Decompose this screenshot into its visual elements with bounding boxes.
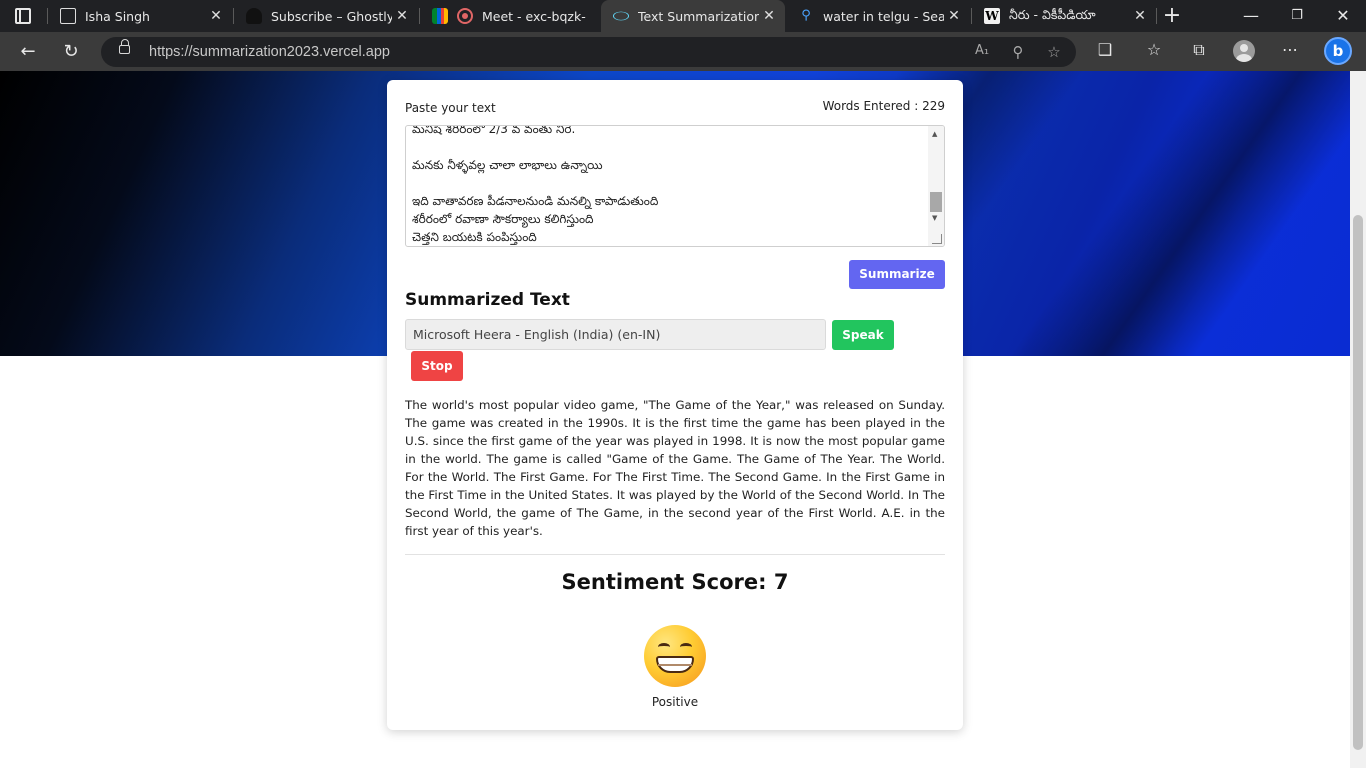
profile-avatar[interactable] xyxy=(1233,40,1255,62)
extensions-icon[interactable]: ❑ xyxy=(1093,40,1117,59)
window-close-icon[interactable]: ✕ xyxy=(1320,0,1366,32)
text-input-area[interactable]: మనిషి శరీరంలో 2/3 వ వంతు నీరే. మనకు నీళ్… xyxy=(405,125,945,247)
summarize-button[interactable]: Summarize xyxy=(849,260,945,289)
textarea-scroll-thumb[interactable] xyxy=(930,192,942,212)
input-label: Paste your text xyxy=(405,101,496,115)
address-toolbar: ← ↻ https://summarization2023.vercel.app… xyxy=(0,32,1366,71)
close-icon[interactable]: ✕ xyxy=(1130,8,1150,24)
tab-meet[interactable]: Meet - exc-bqzk- xyxy=(420,0,600,32)
close-icon[interactable]: ✕ xyxy=(392,8,412,24)
speak-button[interactable]: Speak xyxy=(832,320,894,350)
close-icon[interactable]: ✕ xyxy=(944,8,964,24)
restore-icon[interactable]: ❐ xyxy=(1274,0,1320,32)
address-bar[interactable]: https://summarization2023.vercel.app A₁ … xyxy=(101,37,1076,67)
recording-icon xyxy=(457,8,473,24)
tab-bar: Isha Singh ✕ Subscribe – GhostlyPix ✕ Me… xyxy=(0,0,1366,32)
collections-icon[interactable]: ⧉ xyxy=(1187,40,1211,60)
read-aloud-icon[interactable]: A₁ xyxy=(972,43,992,58)
tab-wikipedia[interactable]: W నీరు - వికీపీడియా ✕ xyxy=(972,0,1156,32)
refresh-icon[interactable]: ↻ xyxy=(58,39,84,65)
react-icon xyxy=(613,11,629,21)
wikipedia-icon: W xyxy=(984,8,1000,24)
textarea-content[interactable]: మనిషి శరీరంలో 2/3 వ వంతు నీరే. మనకు నీళ్… xyxy=(412,126,922,246)
document-icon xyxy=(60,8,76,24)
resize-handle-icon[interactable] xyxy=(932,234,942,244)
more-options-icon[interactable]: ⋯ xyxy=(1278,40,1302,59)
summarizer-card: Paste your text Words Entered : 229 మనిష… xyxy=(387,80,963,730)
grinning-face-icon xyxy=(644,625,706,687)
url-text[interactable]: https://summarization2023.vercel.app xyxy=(149,44,390,60)
sentiment-score: Sentiment Score: 7 xyxy=(561,570,789,594)
words-entered-count: Words Entered : 229 xyxy=(822,99,945,113)
search-icon: ⚲ xyxy=(801,8,811,23)
tab-water-search[interactable]: ⚲ water in telgu - Search ✕ xyxy=(786,0,970,32)
scroll-down-icon[interactable]: ▼ xyxy=(932,214,937,222)
summary-text: The world's most popular video game, "Th… xyxy=(405,398,945,538)
zoom-out-icon[interactable]: ⚲ xyxy=(1008,43,1028,61)
page-scroll-thumb[interactable] xyxy=(1353,215,1363,750)
textarea-scrollbar[interactable]: ▲ ▼ xyxy=(928,126,944,246)
close-icon[interactable]: ✕ xyxy=(206,8,226,24)
page-viewport: Paste your text Words Entered : 229 మనిష… xyxy=(0,71,1350,768)
new-tab-icon[interactable]: + xyxy=(1149,0,1195,32)
summarized-text-heading: Summarized Text xyxy=(405,290,570,310)
tab-actions-icon[interactable] xyxy=(15,8,31,24)
add-favorite-icon[interactable]: ☆ xyxy=(1044,43,1064,61)
scroll-up-icon[interactable]: ▲ xyxy=(932,130,937,138)
sentiment-label: Positive xyxy=(651,695,699,709)
voice-select[interactable]: Microsoft Heera - English (India) (en-IN… xyxy=(405,319,826,350)
tab-text-summarization[interactable]: Text Summarization ✕ xyxy=(601,0,785,32)
google-meet-icon xyxy=(432,8,448,24)
ghost-icon xyxy=(246,8,262,24)
lock-icon[interactable] xyxy=(119,39,130,54)
stop-button[interactable]: Stop xyxy=(411,351,463,381)
bing-copilot-icon[interactable]: b xyxy=(1324,37,1352,65)
minimize-icon[interactable]: — xyxy=(1228,0,1274,32)
tab-ghostlypix[interactable]: Subscribe – GhostlyPix ✕ xyxy=(234,0,418,32)
favorites-icon[interactable]: ☆ xyxy=(1142,40,1166,59)
close-icon[interactable]: ✕ xyxy=(759,8,779,24)
divider xyxy=(405,554,945,555)
tab-isha-singh[interactable]: Isha Singh ✕ xyxy=(48,0,232,32)
page-scrollbar[interactable] xyxy=(1350,71,1366,768)
back-icon[interactable]: ← xyxy=(15,39,41,65)
